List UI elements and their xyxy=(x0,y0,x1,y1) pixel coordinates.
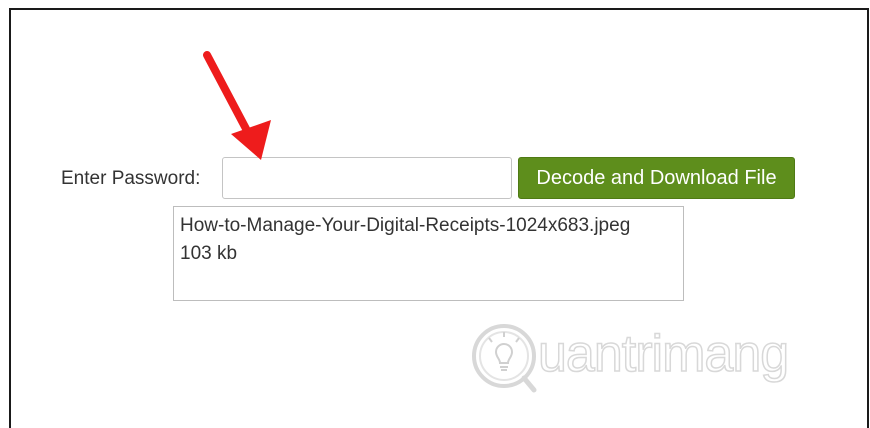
password-label: Enter Password: xyxy=(61,168,201,189)
file-size: 103 kb xyxy=(180,243,238,264)
red-arrow-icon xyxy=(203,51,271,160)
lightbulb-q-logo-icon xyxy=(472,324,537,393)
decode-and-download-button[interactable]: Decode and Download File xyxy=(518,157,795,199)
file-info-box: How-to-Manage-Your-Digital-Receipts-1024… xyxy=(173,206,684,301)
watermark: uantrimang xyxy=(468,318,828,398)
file-name: How-to-Manage-Your-Digital-Receipts-1024… xyxy=(180,215,631,236)
watermark-text: uantrimang xyxy=(537,324,790,384)
